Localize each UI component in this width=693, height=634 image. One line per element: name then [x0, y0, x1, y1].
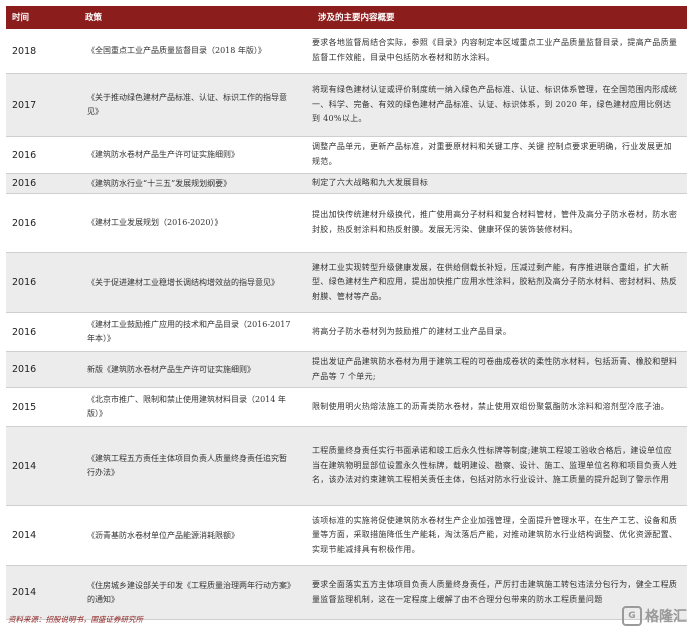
row-policy: 《建材工业发展规划（2016-2020）》 — [87, 218, 223, 227]
header-content: 涉及的主要内容概要 — [318, 13, 395, 23]
table-row: 2016 《建筑防水卷材产品生产许可证实施细则》 调整产品单元，更新产品标准，对… — [6, 137, 687, 174]
row-content: 制定了六大战略和九大发展目标 — [312, 178, 429, 188]
row-content: 要求各地监督局结合实际，参照《目录》内容制定本区域重点工业产品质量监督目录，提高… — [312, 38, 678, 62]
row-year: 2014 — [12, 460, 37, 472]
row-content: 调整产品单元，更新产品标准，对重要原材料和关键工序、关键 控制点要求更明确，行业… — [312, 142, 672, 166]
row-policy: 《全国重点工业产品质量监督目录（2018 年版）》 — [87, 46, 266, 55]
table-row: 2018 《全国重点工业产品质量监督目录（2018 年版）》 要求各地监督局结合… — [6, 29, 687, 74]
table-row: 2017 《关于推动绿色建材产品标准、认证、标识工作的指导意见》 将现有绿色建材… — [6, 74, 687, 137]
table-row: 2014 《沥青基防水卷材单位产品能源消耗限额》 该项标准的实施将促使建筑防水卷… — [6, 506, 687, 566]
table-row: 2016 《建材工业鼓励推广应用的技术和产品目录（2016-2017 年本）》 … — [6, 313, 687, 352]
row-year: 2015 — [12, 401, 37, 413]
row-year: 2016 — [12, 326, 37, 338]
row-content: 提出加快传统建材升级换代，推广使用高分子材料和复合材料管材，管件及高分子防水卷材… — [312, 210, 678, 234]
table-row: 2014 《住房城乡建设部关于印发《工程质量治理两年行动方案》的通知》 要求全面… — [6, 566, 687, 620]
row-year: 2016 — [12, 277, 37, 288]
row-policy: 《关于促进建材工业稳增长调结构增效益的指导意见》 — [87, 277, 279, 287]
row-year: 2017 — [12, 99, 37, 111]
row-content: 建材工业实现转型升级健康发展，在供给侧载长补短，压减过剩产能，有序推进联合重组，… — [312, 262, 678, 301]
header-time: 时间 — [12, 13, 30, 23]
watermark: G 格隆汇 — [622, 606, 687, 626]
row-content: 限制使用明火热熔法施工的沥青类防水卷材，禁止使用双组份聚氨酯防水涂料和溶剂型冷底… — [312, 401, 669, 411]
row-policy: 《住房城乡建设部关于印发《工程质量治理两年行动方案》的通知》 — [87, 580, 291, 604]
row-content: 工程质量终身责任实行书面承诺和竣工后永久性标牌等制度;建筑工程竣工验收合格后，建… — [312, 446, 678, 485]
row-year: 2016 — [12, 217, 37, 229]
row-year: 2014 — [12, 587, 37, 598]
table-row: 2016 《关于促进建材工业稳增长调结构增效益的指导意见》 建材工业实现转型升级… — [6, 253, 687, 313]
table-header: 时间 政策 涉及的主要内容概要 — [6, 6, 687, 29]
row-content: 将现有绿色建材认证或评价制度统一纳入绿色产品标准、认证、标识体系管理，在全国范围… — [312, 85, 678, 124]
row-year: 2016 — [12, 149, 37, 161]
row-year: 2016 — [12, 364, 37, 375]
row-content: 该项标准的实施将促使建筑防水卷材生产企业加强管理，全面提升管理水平，在生产工艺、… — [312, 515, 678, 554]
table-row: 2015 《北京市推广、限制和禁止使用建筑材料目录（2014 年版）》 限制使用… — [6, 388, 687, 427]
row-policy: 《建筑防水行业“十三五”发展规划纲要》 — [87, 178, 232, 188]
table-row: 2016 《建筑防水行业“十三五”发展规划纲要》 制定了六大战略和九大发展目标 — [6, 174, 687, 194]
policy-table: 时间 政策 涉及的主要内容概要 2018 《全国重点工业产品质量监督目录（201… — [6, 6, 687, 620]
header-policy: 政策 — [85, 13, 103, 23]
row-policy: 新版《建筑防水卷材产品生产许可证实施细则》 — [87, 364, 255, 374]
row-year: 2014 — [12, 530, 37, 541]
source-note: 资料来源：招股说明书，国盛证券研究所 — [8, 615, 143, 624]
row-content: 将高分子防水卷材列为鼓励推广的建材工业产品目录。 — [312, 326, 512, 336]
row-policy: 《建材工业鼓励推广应用的技术和产品目录（2016-2017 年本）》 — [87, 320, 291, 343]
table-row: 2016 新版《建筑防水卷材产品生产许可证实施细则》 提出发证产品建筑防水卷材为… — [6, 352, 687, 388]
row-policy: 《沥青基防水卷材单位产品能源消耗限额》 — [87, 530, 239, 540]
row-policy: 《北京市推广、限制和禁止使用建筑材料目录（2014 年版）》 — [87, 395, 286, 418]
row-policy: 《关于推动绿色建材产品标准、认证、标识工作的指导意见》 — [87, 93, 287, 116]
table-row: 2016 《建材工业发展规划（2016-2020）》 提出加快传统建材升级换代，… — [6, 194, 687, 253]
row-policy: 《建筑防水卷材产品生产许可证实施细则》 — [87, 150, 239, 159]
watermark-logo-icon: G — [622, 606, 642, 626]
table-row: 2014 《建筑工程五方责任主体项目负责人质量终身责任追究暂行办法》 工程质量终… — [6, 427, 687, 506]
row-year: 2018 — [12, 45, 37, 57]
watermark-text: 格隆汇 — [645, 609, 687, 625]
row-policy: 《建筑工程五方责任主体项目负责人质量终身责任追究暂行办法》 — [87, 454, 287, 477]
row-year: 2016 — [12, 178, 37, 189]
row-content: 提出发证产品建筑防水卷材为用于建筑工程的可卷曲成卷状的柔性防水材料，包括沥青、橡… — [312, 356, 678, 381]
